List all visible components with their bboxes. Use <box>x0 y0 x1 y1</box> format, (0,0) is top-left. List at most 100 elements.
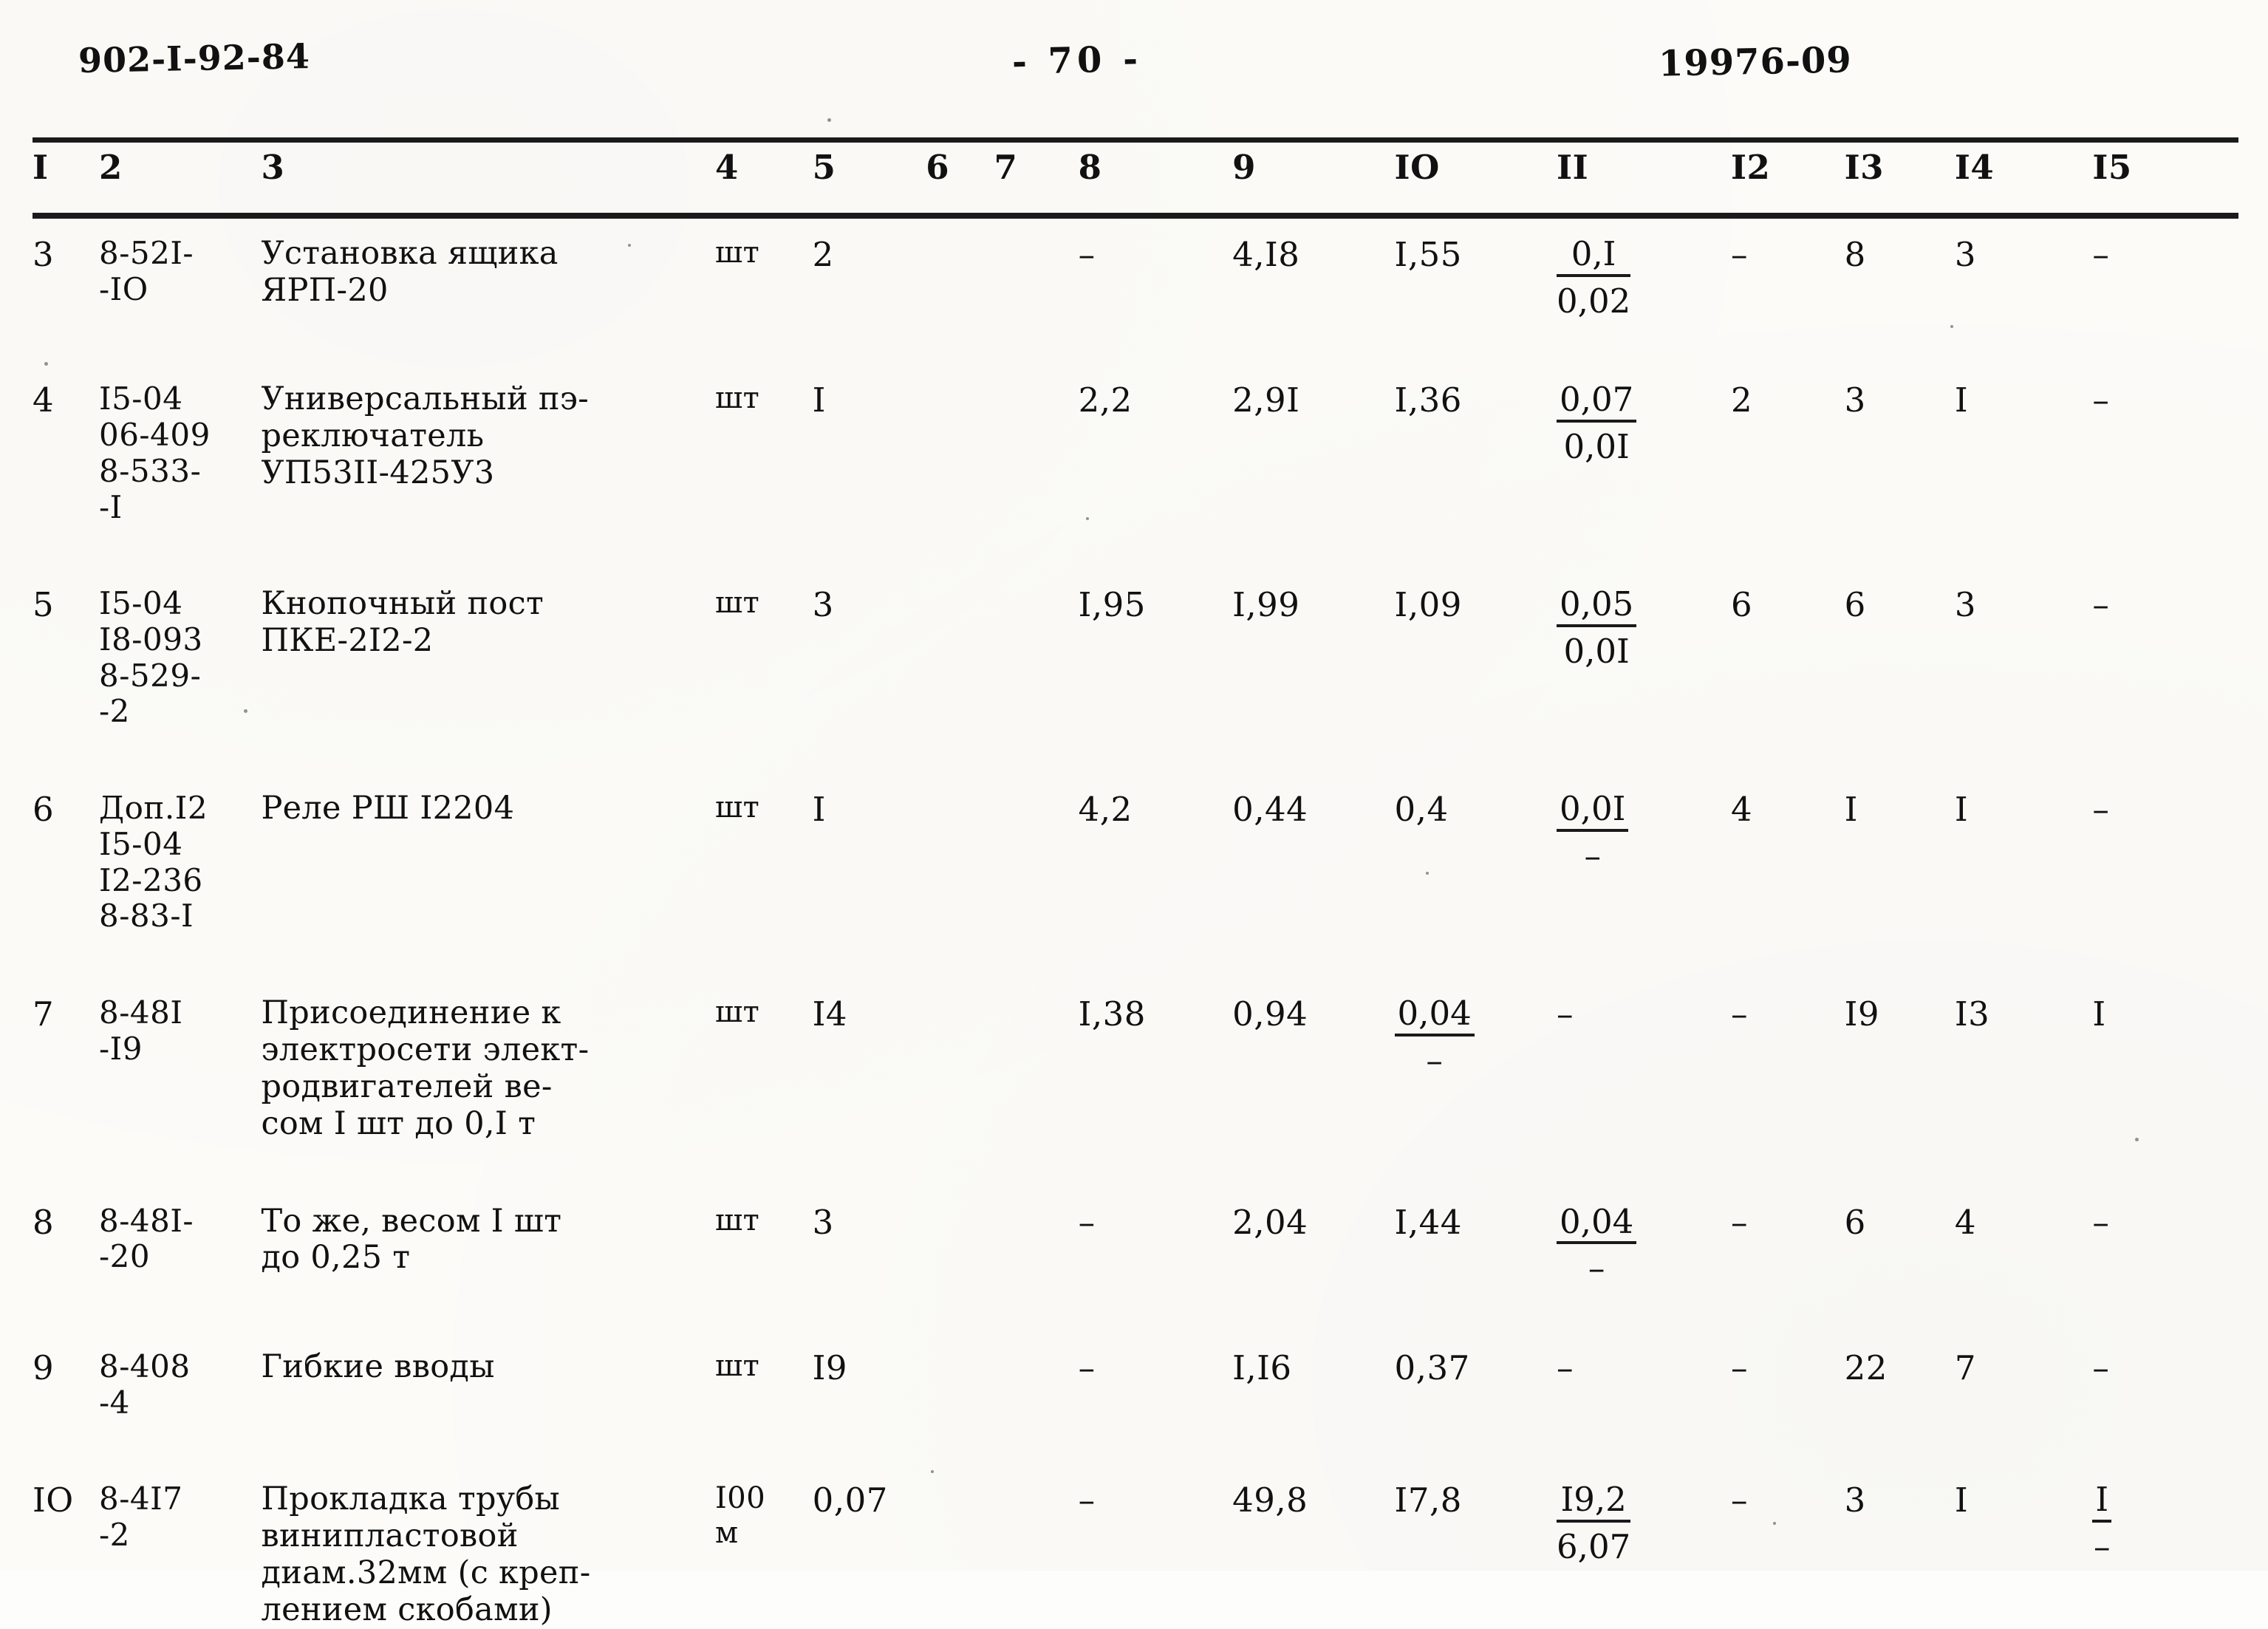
row-col15-cell: – <box>2092 359 2238 525</box>
row-unit: шт <box>714 995 760 1029</box>
row-code-cell: 8-52I- -IO <box>99 214 261 321</box>
row-col11-denominator: 0,0I <box>1563 631 1630 671</box>
column-header-6: 6 <box>926 148 950 187</box>
row-position: 8 <box>33 1202 55 1242</box>
row-unit-cell: I00 м <box>715 1459 813 1629</box>
row-unit-cell: шт <box>715 1327 813 1421</box>
row-code-cell: 8-4I7 -2 <box>99 1459 261 1629</box>
row-col9: 0,44 <box>1232 790 1308 830</box>
table-row: IO 8-4I7 -2 Прокладка трубы винипластовой … <box>33 1459 2238 1629</box>
scan-speckle <box>1426 872 1429 875</box>
row-col14-cell: 3 <box>1955 214 2093 321</box>
row-code: 8-48I -I9 <box>98 994 183 1067</box>
row-col9: 2,9I <box>1232 380 1300 420</box>
row-name-cell: Реле РШ I2204 <box>261 768 715 935</box>
row-col9: 49,8 <box>1232 1481 1308 1520</box>
row-position-cell: 3 <box>33 214 99 321</box>
row-col11-numerator: 0,I <box>1557 236 1631 277</box>
scan-speckle <box>2135 1138 2139 1141</box>
row-col8-cell: – <box>1079 214 1233 321</box>
table-top-rule <box>33 137 2238 143</box>
row-col15: – <box>2092 1348 2110 1387</box>
row-col13: 3 <box>1844 1481 1866 1520</box>
row-col10: I,55 <box>1394 235 1462 274</box>
row-name: Кнопочный пост ПКЕ-2I2-2 <box>261 585 544 660</box>
row-col6-cell <box>926 1181 994 1288</box>
row-col15: – <box>2092 1202 2110 1242</box>
row-col8: I,38 <box>1078 994 1146 1034</box>
row-col14: 7 <box>1954 1348 1976 1387</box>
row-col12: – <box>1730 1348 1748 1387</box>
column-header-4: 4 <box>714 148 739 187</box>
row-col9-cell: 0,94 <box>1232 973 1394 1143</box>
row-col15-cell: I – <box>2092 1459 2238 1629</box>
column-header-10: IO <box>1394 148 1440 187</box>
row-col11-cell: 0,04 – <box>1557 1181 1731 1288</box>
row-quantity-cell: 0,07 <box>813 1459 926 1629</box>
row-col12-cell: 4 <box>1731 768 1845 935</box>
row-code: I5-04 06-409 8-533- -I <box>98 380 211 525</box>
table-row: 7 8-48I -I9 Присоединение к электросети эл… <box>33 973 2238 1143</box>
row-position-cell: 8 <box>33 1181 99 1288</box>
row-quantity: I <box>812 380 826 420</box>
row-col11-denominator: 6,07 <box>1557 1526 1631 1566</box>
row-spacer <box>33 1143 2238 1181</box>
row-code: 8-52I- -IO <box>98 235 194 307</box>
row-position: 9 <box>33 1348 55 1387</box>
row-col9-cell: 0,44 <box>1232 768 1394 935</box>
row-unit: шт <box>714 790 760 825</box>
row-position-cell: 4 <box>33 359 99 525</box>
row-name-cell: Универсальный пэ- реключатель УП53II-425… <box>261 359 715 525</box>
row-col6-cell <box>926 359 994 525</box>
row-col14: I <box>1954 380 1969 420</box>
scan-speckle <box>1773 1522 1776 1525</box>
row-col10-cell: I7,8 <box>1395 1459 1557 1629</box>
row-col7-cell <box>994 564 1078 730</box>
row-col9-cell: 49,8 <box>1232 1459 1394 1629</box>
row-col13: I <box>1844 790 1858 830</box>
row-col11-cell: 0,0I – <box>1557 768 1731 935</box>
row-col14-cell: 7 <box>1955 1327 2093 1421</box>
row-unit: шт <box>714 381 760 416</box>
row-col13: 6 <box>1844 585 1866 625</box>
row-col8-cell: I,95 <box>1079 564 1233 730</box>
row-col11-denominator: 0,02 <box>1557 281 1631 321</box>
row-col14-cell: I3 <box>1955 973 2093 1143</box>
row-col10-cell: I,09 <box>1395 564 1557 730</box>
row-col14: 3 <box>1954 585 1976 625</box>
scan-speckle <box>244 709 247 713</box>
document-page: 902-I-92-84 - 70 - 19976-09 I 2 3 4 5 6 … <box>0 0 2268 1628</box>
row-col15-cell: – <box>2092 564 2238 730</box>
row-col15: I <box>2092 994 2106 1034</box>
row-col11-denominator: 0,0I <box>1563 426 1630 466</box>
table-row: 9 8-408 -4 Гибкие вводы шт I9 – I,I6 0,37 – – 22 7 – <box>33 1327 2238 1421</box>
column-header-14: I4 <box>1954 148 1995 187</box>
row-col11-fraction: 0,07 0,0I <box>1557 381 1637 466</box>
row-quantity: 3 <box>812 585 834 625</box>
row-col13-cell: 8 <box>1845 214 1955 321</box>
row-spacer-cell <box>33 1421 2238 1459</box>
row-col11-fraction: I9,2 6,07 <box>1557 1481 1631 1566</box>
table-header-row: I 2 3 4 5 6 7 8 9 IO II I2 I3 I4 I5 <box>33 148 2238 214</box>
column-header-13: I3 <box>1844 148 1884 187</box>
row-col14-cell: I <box>1955 768 2093 935</box>
row-col7-cell <box>994 214 1078 321</box>
row-col7-cell <box>994 359 1078 525</box>
row-col13: I9 <box>1844 994 1879 1034</box>
row-col8: 4,2 <box>1078 790 1133 830</box>
scan-speckle <box>44 362 48 366</box>
row-col13: 3 <box>1844 380 1866 420</box>
row-unit-cell: шт <box>715 359 813 525</box>
row-col9-cell: 2,04 <box>1232 1181 1394 1288</box>
row-unit-cell: шт <box>715 973 813 1143</box>
scan-speckle <box>1086 517 1089 520</box>
row-col11-numerator: 0,05 <box>1557 586 1637 627</box>
row-col14: 3 <box>1954 235 1976 274</box>
row-col9-cell: 2,9I <box>1232 359 1394 525</box>
row-col9-cell: 4,I8 <box>1232 214 1394 321</box>
row-position: 3 <box>33 235 55 274</box>
table-row: 6 Доп.I2 I5-04 I2-236 8-83-I Реле РШ I2204… <box>33 768 2238 935</box>
column-header-15: I5 <box>2092 148 2132 187</box>
column-header-8: 8 <box>1078 148 1102 187</box>
row-col13: 6 <box>1844 1202 1866 1242</box>
